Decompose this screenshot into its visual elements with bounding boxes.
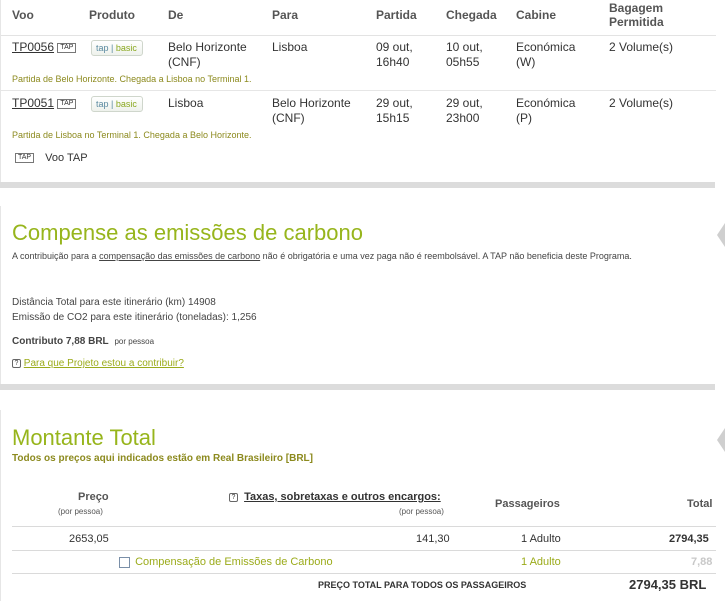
panel-divider	[0, 384, 715, 390]
carbon-row-label: Compensação de Emissões de Carbono	[135, 556, 333, 568]
to-code: (CNF)	[272, 111, 305, 125]
product-brand: tap	[96, 43, 109, 53]
departure-time: 16h40	[376, 55, 410, 69]
col-price-sub: (por pessoa)	[58, 507, 103, 516]
arrival-date: 10 out,	[446, 40, 483, 54]
col-partida: Partida	[376, 8, 417, 22]
row-total-value: 2794,35	[669, 533, 709, 545]
col-bagagem: Bagagem	[609, 1, 664, 15]
carbon-intro-pre: A contribuição para a	[12, 251, 100, 261]
carbon-offset-link[interactable]: compensação das emissões de carbono	[99, 251, 260, 261]
flight-number-link[interactable]: TP0051	[12, 96, 54, 110]
product-fare: basic	[115, 43, 137, 53]
tap-basic-badge: tap | basic	[91, 96, 143, 112]
product-brand: tap	[96, 99, 109, 109]
col-voo: Voo	[12, 8, 34, 22]
tap-legend-label: Voo TAP	[45, 152, 88, 164]
taxes-link[interactable]: Taxas, sobretaxas e outros encargos:	[244, 491, 441, 503]
tap-flight-icon: TAP	[15, 153, 35, 164]
row-divider	[12, 550, 716, 551]
flights-table-header: Voo Produto De Para Partida Chegada Cabi…	[1, 0, 716, 36]
contribution-unit: por pessoa	[114, 337, 155, 346]
passengers-value: 1 Adulto	[521, 556, 561, 568]
carbon-offset-checkbox[interactable]	[119, 556, 130, 568]
contribution-amount: Contributo 7,88 BRL	[12, 336, 109, 347]
contribution: Contributo 7,88 BRL por pessoa	[12, 336, 154, 347]
col-total: Total	[687, 498, 713, 510]
cabin-class: Económica	[516, 40, 576, 54]
carbon-intro: A contribuição para a compensação das em…	[12, 250, 702, 263]
cabin-code: (W)	[516, 55, 536, 69]
baggage-allowance: 2 Volume(s)	[609, 96, 674, 110]
total-panel: Montante Total Todos os preços aqui indi…	[0, 410, 716, 601]
departure-time: 15h15	[376, 111, 410, 125]
tap-flight-icon: TAP	[57, 42, 77, 53]
carbon-intro-post: não é obrigatória e uma vez paga não é r…	[260, 251, 632, 261]
flights-panel: Voo Produto De Para Partida Chegada Cabi…	[0, 0, 716, 182]
col-bagagem-2: Permitida	[609, 15, 664, 29]
row-divider	[12, 573, 716, 574]
total-title: Montante Total	[12, 425, 156, 450]
cabin-class: Económica	[516, 96, 576, 110]
col-produto: Produto	[89, 8, 135, 22]
project-help: ? Para que Projeto estou a contribuir?	[12, 358, 184, 369]
carbon-title: Compense as emissões de carbono	[12, 220, 363, 245]
help-icon: ?	[229, 492, 238, 502]
from-city: Belo Horizonte	[168, 40, 247, 54]
col-para: Para	[272, 8, 299, 22]
col-chegada: Chegada	[446, 8, 497, 22]
col-de: De	[168, 8, 184, 22]
product-fare: basic	[115, 99, 137, 109]
grand-total-label: PREÇO TOTAL PARA TODOS OS PASSAGEIROS	[318, 580, 527, 590]
tap-flight-icon: TAP	[57, 98, 77, 109]
taxes-value: 141,30	[416, 533, 450, 545]
carbon-row: Compensação de Emissões de Carbono	[119, 556, 333, 568]
to-city: Belo Horizonte	[272, 96, 351, 110]
to-city: Lisboa	[272, 40, 308, 54]
panel-tab-arrow-icon	[715, 428, 725, 452]
row-divider	[12, 526, 716, 527]
arrival-date: 29 out,	[446, 96, 483, 110]
from-city: Lisboa	[168, 96, 204, 110]
col-cabine: Cabine	[516, 8, 557, 22]
row-divider	[1, 90, 716, 91]
grand-total-value: 2794,35 BRL	[629, 577, 707, 592]
price-value: 2653,05	[69, 533, 109, 545]
from-code: (CNF)	[168, 55, 201, 69]
panel-tab-arrow-icon	[715, 223, 725, 247]
arrival-time: 23h00	[446, 111, 480, 125]
cabin-code: (P)	[516, 111, 532, 125]
co2-emission: Emissão de CO2 para este itinerário (ton…	[12, 312, 257, 323]
total-subtitle: Todos os preços aqui indicados estão em …	[12, 453, 313, 464]
flight-note: Partida de Lisboa no Terminal 1. Chegada…	[12, 130, 252, 140]
row-total-value: 7,88	[691, 556, 713, 568]
help-icon: ?	[12, 358, 21, 368]
carbon-panel: Compense as emissões de carbono A contri…	[0, 206, 715, 384]
col-passengers: Passageiros	[495, 498, 560, 510]
panel-divider	[0, 182, 715, 188]
baggage-allowance: 2 Volume(s)	[609, 40, 674, 54]
flight-number-link[interactable]: TP0056	[12, 40, 54, 54]
departure-date: 29 out,	[376, 96, 413, 110]
tap-legend: TAP Voo TAP	[15, 152, 88, 164]
col-price: Preço	[78, 491, 109, 503]
passengers-value: 1 Adulto	[521, 533, 561, 545]
departure-date: 09 out,	[376, 40, 413, 54]
col-taxes-sub: (por pessoa)	[399, 507, 444, 516]
tap-basic-badge: tap | basic	[91, 40, 143, 56]
col-taxes: ? Taxas, sobretaxas e outros encargos:	[229, 491, 441, 503]
flight-note: Partida de Belo Horizonte. Chegada a Lis…	[12, 74, 252, 84]
arrival-time: 05h55	[446, 55, 480, 69]
project-link[interactable]: Para que Projeto estou a contribuir?	[24, 358, 184, 369]
total-distance: Distância Total para este itinerário (km…	[12, 297, 216, 308]
